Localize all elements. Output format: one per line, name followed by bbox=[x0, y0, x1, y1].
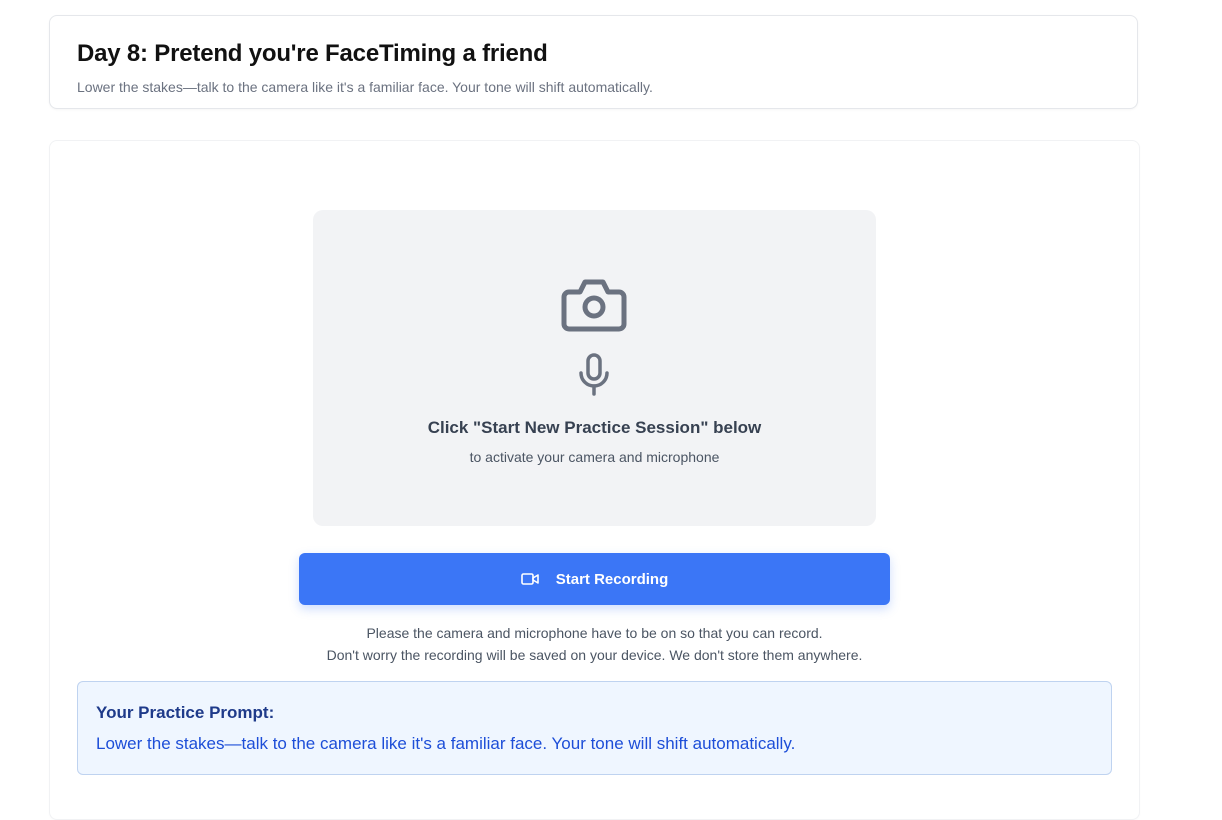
start-recording-button[interactable]: Start Recording bbox=[299, 553, 890, 605]
prompt-label: Your Practice Prompt: bbox=[96, 703, 275, 722]
page-title: Day 8: Pretend you're FaceTiming a frien… bbox=[77, 40, 548, 67]
day-header-card: Day 8: Pretend you're FaceTiming a frien… bbox=[49, 15, 1138, 109]
practice-prompt-box: Your Practice Prompt: Lower the stakes—t… bbox=[77, 681, 1112, 775]
video-camera-icon bbox=[520, 573, 539, 585]
preview-instruction-title: Click "Start New Practice Session" below bbox=[427, 418, 762, 437]
camera-icon bbox=[561, 279, 627, 332]
microphone-icon bbox=[579, 353, 609, 396]
notice-line-2: Don't worry the recording will be saved … bbox=[326, 647, 863, 663]
page-subtitle: Lower the stakes—talk to the camera like… bbox=[77, 79, 653, 95]
recording-notice: Please the camera and microphone have to… bbox=[0, 622, 1189, 666]
preview-instruction-subtitle: to activate your camera and microphone bbox=[469, 449, 720, 465]
notice-line-1: Please the camera and microphone have to… bbox=[366, 625, 823, 641]
start-recording-label: Start Recording bbox=[555, 570, 669, 588]
prompt-text: Lower the stakes—talk to the camera like… bbox=[96, 734, 796, 753]
camera-preview: Click "Start New Practice Session" below… bbox=[313, 210, 876, 526]
